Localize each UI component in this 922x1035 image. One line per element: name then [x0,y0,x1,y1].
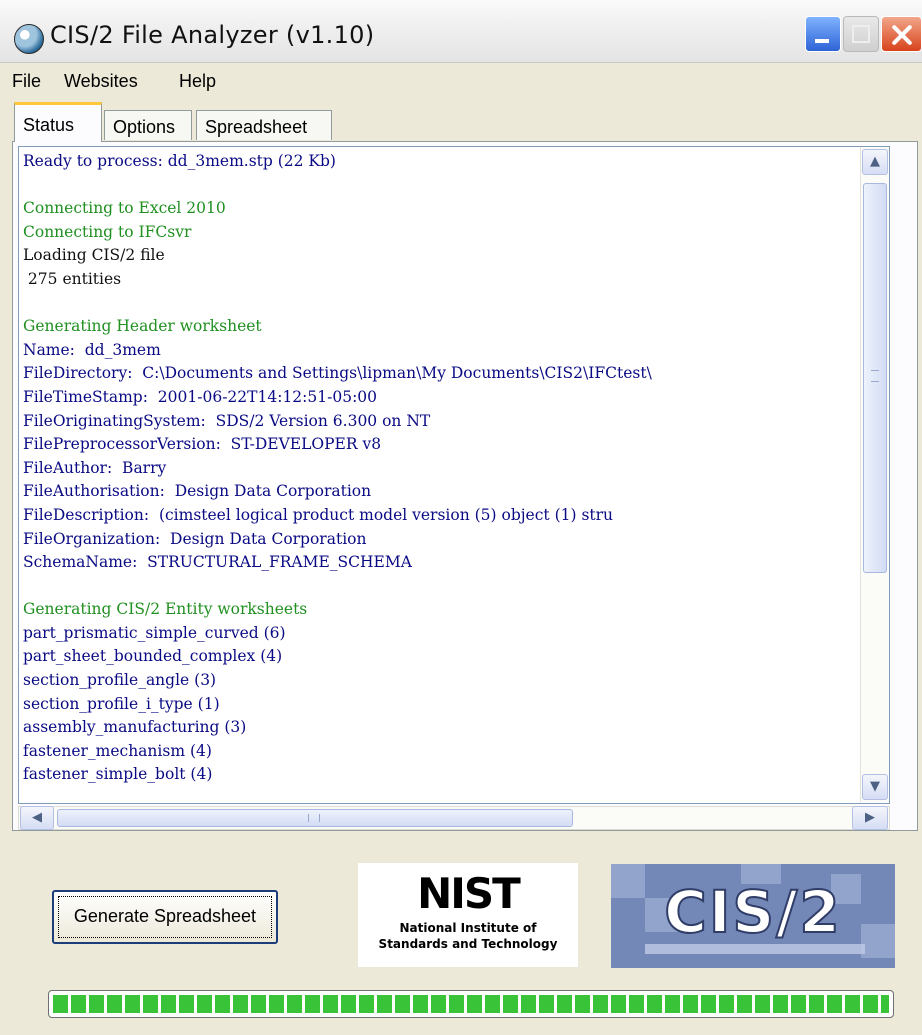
log-line: FileTimeStamp: 2001-06-22T14:12:51-05:00 [23,387,378,406]
tab-status[interactable]: Status [14,102,102,142]
vertical-scrollbar[interactable]: ▲ ▼ [860,147,889,802]
scroll-left-icon[interactable]: ◀ [20,806,54,830]
log-line: FileDescription: (cimsteel logical produ… [23,505,614,524]
menu-file[interactable]: File [12,71,41,92]
nist-logo[interactable]: NIST National Institute of Standards and… [358,863,578,967]
log-line: 275 entities [23,269,122,288]
log-line: assembly_manufacturing (3) [23,718,247,737]
globe-icon [14,24,44,54]
menu-websites[interactable]: Websites [64,71,138,92]
vertical-scroll-thumb[interactable] [863,183,887,573]
log-line: fastener_simple_bolt (4) [23,765,213,784]
log-line: FileAuthorisation: Design Data Corporati… [23,482,372,501]
nist-line-2: Standards and Technology [378,937,558,951]
menu-help[interactable]: Help [179,71,216,92]
log-line: Generating CIS/2 Entity worksheets [23,600,308,619]
log-line: FileOrganization: Design Data Corporatio… [23,529,367,548]
scroll-down-icon[interactable]: ▼ [862,774,888,800]
log-line: fastener_mechanism (4) [23,741,212,760]
log-line: Name: dd_3mem [23,340,161,359]
log-line: section_profile_angle (3) [23,671,217,690]
progress-bar [48,990,894,1018]
title-bar[interactable]: CIS/2 File Analyzer (v1.10) [0,0,922,63]
scroll-right-icon[interactable]: ▶ [852,806,888,830]
cis2-logo[interactable]: CIS/2 [611,864,895,968]
scroll-up-icon[interactable]: ▲ [862,149,888,175]
log-lines: Ready to process: dd_3mem.stp (22 Kb) Con… [23,150,859,787]
log-line: Connecting to Excel 2010 [23,199,226,218]
log-line: Connecting to IFCsvr [23,222,192,241]
log-line: FileDirectory: C:\Documents and Settings… [23,364,652,383]
progress-fill [53,995,889,1013]
log-line: section_profile_i_type (1) [23,694,220,713]
grip-icon [308,814,320,822]
horizontal-scrollbar[interactable]: ◀ ▶ [18,806,890,830]
nist-wordmark: NIST [417,869,521,918]
app-window: CIS/2 File Analyzer (v1.10) File Website… [0,0,922,1035]
log-line: Generating Header worksheet [23,317,262,336]
tab-spreadsheet[interactable]: Spreadsheet [196,110,332,140]
log-line: part_sheet_bounded_complex (4) [23,647,283,666]
log-line: FileOriginatingSystem: SDS/2 Version 6.3… [23,411,431,430]
generate-spreadsheet-button[interactable]: Generate Spreadsheet [52,890,278,944]
status-log[interactable]: Ready to process: dd_3mem.stp (22 Kb) Con… [18,146,890,804]
menu-bar: File Websites Help [0,63,922,99]
log-line: FileAuthor: Barry [23,458,167,477]
log-line: part_prismatic_simple_curved (6) [23,623,286,642]
window-title: CIS/2 File Analyzer (v1.10) [50,21,375,49]
tab-options[interactable]: Options [104,110,192,140]
log-line: SchemaName: STRUCTURAL_FRAME_SCHEMA [23,553,412,572]
maximize-button[interactable] [843,16,879,52]
close-button[interactable] [881,16,922,52]
log-line: FilePreprocessorVersion: ST-DEVELOPER v8 [23,435,382,454]
cis2-wordmark: CIS/2 [663,877,842,947]
log-line: Ready to process: dd_3mem.stp (22 Kb) [23,152,336,170]
log-line: Loading CIS/2 file [23,246,165,265]
minimize-button[interactable] [805,16,841,52]
grip-icon [871,370,879,382]
horizontal-scroll-thumb[interactable] [57,809,573,827]
nist-line-1: National Institute of [399,921,537,935]
